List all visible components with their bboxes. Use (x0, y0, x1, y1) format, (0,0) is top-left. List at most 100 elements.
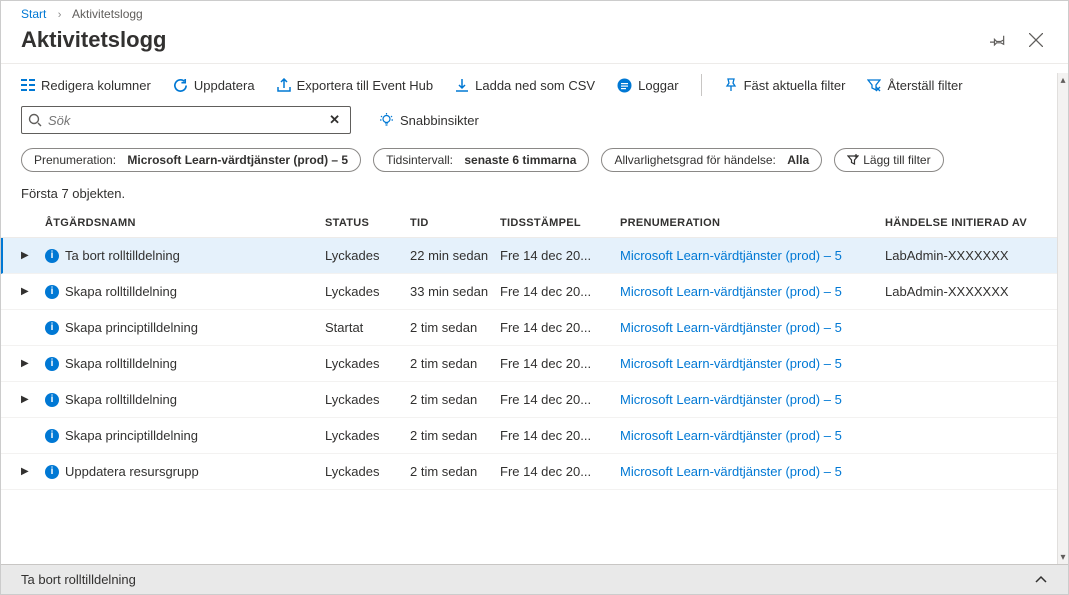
col-initiated-by[interactable]: HÄNDELSE INITIERAD AV (885, 217, 1048, 229)
expand-toggle[interactable]: ▶ (21, 394, 45, 405)
info-icon: i (45, 249, 59, 263)
edit-columns-button[interactable]: Redigera kolumner (21, 78, 151, 93)
expand-toggle[interactable]: ▶ (21, 466, 45, 477)
filter-severity-label: Allvarlighetsgrad för händelse: (614, 153, 775, 167)
close-icon[interactable] (1024, 28, 1048, 52)
action-name-cell: iSkapa principtilldelning (45, 428, 325, 443)
add-filter-button[interactable]: Lägg till filter (834, 148, 943, 172)
timestamp-cell: Fre 14 dec 20... (500, 284, 620, 299)
scrollbar[interactable]: ▴ ▾ (1057, 73, 1068, 564)
refresh-label: Uppdatera (194, 78, 255, 93)
time-cell: 2 tim sedan (410, 428, 500, 443)
table-row[interactable]: ▶iUppdatera resursgruppLyckades2 tim sed… (1, 454, 1068, 490)
time-cell: 2 tim sedan (410, 464, 500, 479)
action-name-cell: i Skapa rolltilldelning (45, 356, 325, 371)
col-subscription[interactable]: PRENUMERATION (620, 217, 885, 229)
table-row[interactable]: ▶iTa bort rolltilldelningLyckades22 min … (1, 238, 1068, 274)
table-row[interactable]: iSkapa principtilldelningStartat2 tim se… (1, 310, 1068, 346)
filter-timespan-value: senaste 6 timmarna (464, 153, 576, 167)
action-name-text: Skapa rolltilldelning (65, 356, 177, 371)
action-name-text: Skapa rolltilldelning (65, 284, 177, 299)
info-icon: i (45, 465, 59, 479)
chevron-up-icon[interactable] (1034, 572, 1048, 588)
pin-icon[interactable] (986, 28, 1010, 52)
pin-filters-label: Fäst aktuella filter (744, 78, 846, 93)
filter-timespan[interactable]: Tidsintervall: senaste 6 timmarna (373, 148, 589, 172)
download-button[interactable]: Ladda ned som CSV (455, 78, 595, 93)
info-icon: i (45, 393, 59, 407)
action-name-text: Skapa principtilldelning (65, 428, 198, 443)
export-button[interactable]: Exportera till Event Hub (277, 78, 434, 93)
status-cell: Startat (325, 320, 410, 335)
lightbulb-icon (379, 112, 394, 128)
logs-label: Loggar (638, 78, 678, 93)
search-field[interactable] (48, 113, 325, 128)
status-cell: Lyckades (325, 392, 410, 407)
export-label: Exportera till Event Hub (297, 78, 434, 93)
filter-subscription[interactable]: Prenumeration: Microsoft Learn-värdtjäns… (21, 148, 361, 172)
col-status[interactable]: STATUS (325, 217, 410, 229)
toolbar-separator (701, 74, 702, 96)
pin-filters-button[interactable]: Fäst aktuella filter (724, 78, 846, 93)
expand-toggle[interactable]: ▶ (21, 250, 45, 261)
col-timestamp[interactable]: TIDSSTÄMPEL (500, 217, 620, 229)
status-cell: Lyckades (325, 284, 410, 299)
status-cell: Lyckades (325, 356, 410, 371)
timestamp-cell: Fre 14 dec 20... (500, 320, 620, 335)
logs-icon (617, 78, 632, 93)
reset-filters-label: Återställ filter (887, 78, 962, 93)
breadcrumb-root-link[interactable]: Start (21, 7, 46, 21)
scroll-down-icon[interactable]: ▾ (1058, 550, 1068, 564)
search-input[interactable]: ✕ (21, 106, 351, 134)
table-row[interactable]: iSkapa principtilldelningLyckades2 tim s… (1, 418, 1068, 454)
action-name-cell: iSkapa principtilldelning (45, 320, 325, 335)
col-action[interactable]: ÅTGÄRDSNAMN (45, 217, 325, 229)
quick-insights-button[interactable]: Snabbinsikter (379, 112, 479, 128)
filter-subscription-label: Prenumeration: (34, 153, 116, 167)
reset-filter-icon (867, 78, 881, 92)
time-cell: 2 tim sedan (410, 392, 500, 407)
filter-severity-value: Alla (787, 153, 809, 167)
table-row[interactable]: ▶iSkapa rolltilldelningLyckades33 min se… (1, 274, 1068, 310)
expand-toggle[interactable]: ▶ (21, 358, 45, 369)
action-name-cell: iSkapa rolltilldelning (45, 284, 325, 299)
subscription-link[interactable]: Microsoft Learn-värdtjänster (prod) – 5 (620, 392, 885, 407)
timestamp-cell: Fre 14 dec 20... (500, 356, 620, 371)
pin-filter-icon (724, 78, 738, 92)
detail-panel-title: Ta bort rolltilldelning (21, 572, 136, 587)
timestamp-cell: Fre 14 dec 20... (500, 248, 620, 263)
info-icon: i (45, 321, 59, 335)
table-row[interactable]: ▶iSkapa rolltilldelningLyckades2 tim sed… (1, 346, 1068, 382)
search-icon (28, 113, 42, 127)
table-row[interactable]: ▶i Skapa rolltilldelning Lyckades2 tim sed… (1, 382, 1068, 418)
download-label: Ladda ned som CSV (475, 78, 595, 93)
clear-search-icon[interactable]: ✕ (325, 112, 344, 128)
action-name-text: Skapa rolltilldelning (65, 392, 177, 407)
logs-button[interactable]: Loggar (617, 78, 678, 93)
reset-filters-button[interactable]: Återställ filter (867, 78, 962, 93)
filter-severity[interactable]: Allvarlighetsgrad för händelse: Alla (601, 148, 822, 172)
subscription-link[interactable]: Microsoft Learn-värdtjänster (prod) – 5 (620, 248, 885, 263)
subscription-link[interactable]: Microsoft Learn-värdtjänster (prod) – 5 (620, 320, 885, 335)
action-name-text: Uppdatera resursgrupp (65, 464, 199, 479)
status-cell: Lyckades (325, 428, 410, 443)
info-icon: i (45, 357, 59, 371)
refresh-button[interactable]: Uppdatera (173, 78, 255, 93)
subscription-link[interactable]: Microsoft Learn-värdtjänster (prod) – 5 (620, 284, 885, 299)
subscription-link[interactable]: Microsoft Learn-värdtjänster (prod) – 5 (620, 428, 885, 443)
action-name-cell: i Uppdatera resursgrupp (45, 464, 325, 479)
initiated-by-cell: LabAdmin-XXXXXXX (885, 248, 1048, 263)
subscription-link[interactable]: Microsoft Learn-värdtjänster (prod) – 5 (620, 464, 885, 479)
scroll-up-icon[interactable]: ▴ (1058, 73, 1068, 87)
table-body: ▶iTa bort rolltilldelningLyckades22 min … (1, 238, 1068, 490)
edit-columns-label: Redigera kolumner (41, 78, 151, 93)
expand-toggle[interactable]: ▶ (21, 286, 45, 297)
initiated-by-cell: LabAdmin-XXXXXXX (885, 284, 1048, 299)
activity-table: ÅTGÄRDSNAMN STATUS TID TIDSSTÄMPEL PRENU… (1, 211, 1068, 490)
breadcrumb: Start › Aktivitetslogg (1, 1, 1068, 23)
col-time[interactable]: TID (410, 217, 500, 229)
detail-panel[interactable]: Ta bort rolltilldelning (1, 564, 1068, 594)
subscription-link[interactable]: Microsoft Learn-värdtjänster (prod) – 5 (620, 356, 885, 371)
columns-icon (21, 78, 35, 92)
table-header: ÅTGÄRDSNAMN STATUS TID TIDSSTÄMPEL PRENU… (1, 211, 1068, 238)
